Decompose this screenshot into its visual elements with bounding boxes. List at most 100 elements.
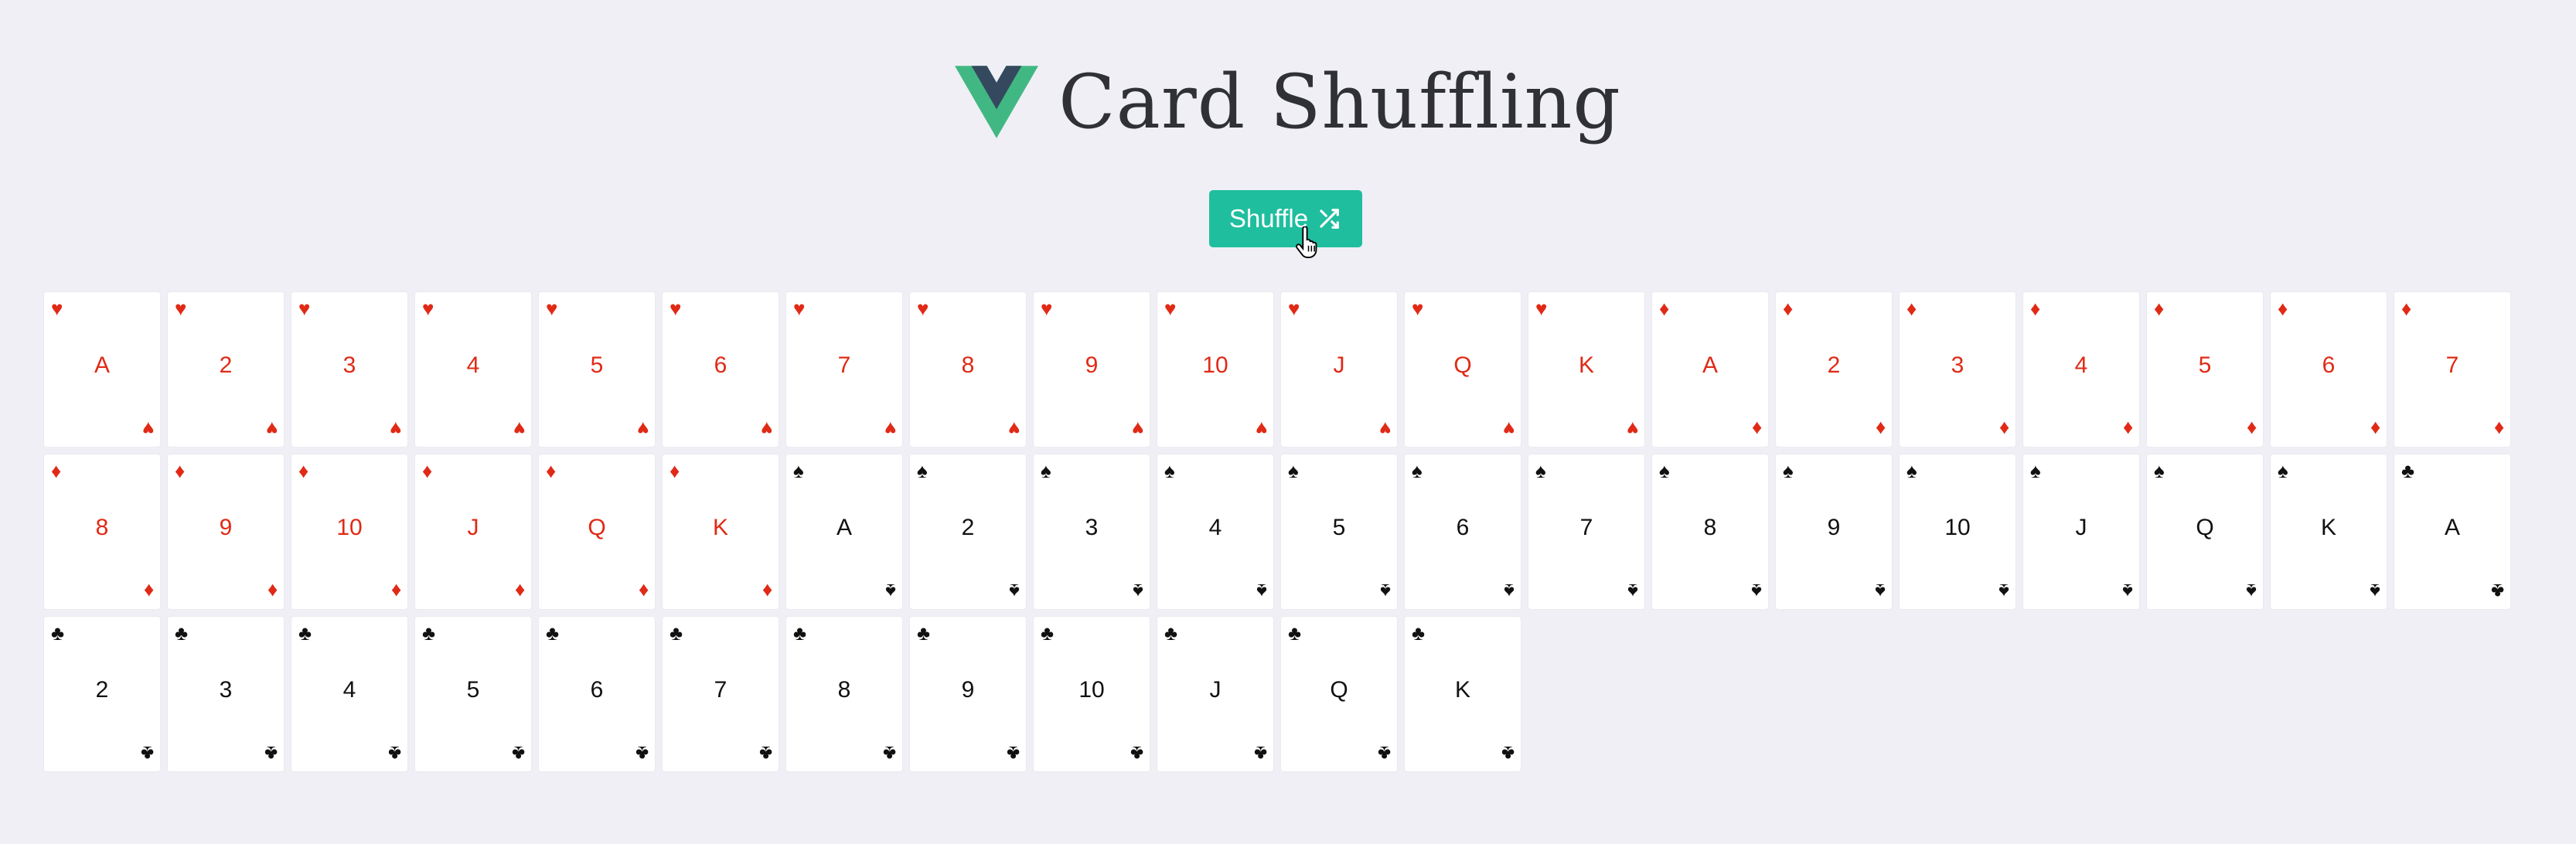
card-a-of-spades: ♠ A ♠ (786, 454, 902, 609)
hearts-suit-icon: ♥ (546, 297, 558, 320)
diamonds-suit-icon: ♦ (2370, 417, 2380, 441)
card-rank: 7 (837, 352, 851, 378)
spades-suit-icon: ♠ (1380, 580, 1391, 603)
card-8-of-diamonds: ♦ 8 ♦ (44, 454, 160, 609)
card-rank: 8 (95, 515, 109, 540)
card-9-of-clubs: ♣ 9 ♣ (910, 617, 1026, 771)
diamonds-suit-icon: ♦ (1998, 417, 2009, 441)
card-rank: J (2075, 515, 2087, 540)
clubs-suit-icon: ♣ (140, 742, 154, 765)
card-10-of-spades: ♠ 10 ♠ (1900, 454, 2015, 609)
card-rank: J (467, 515, 479, 540)
card-2-of-hearts: ♥ 2 ♥ (168, 292, 284, 447)
card-rank: 4 (2074, 352, 2088, 378)
clubs-suit-icon: ♣ (51, 621, 65, 645)
diamonds-suit-icon: ♦ (267, 580, 278, 603)
card-rank: 10 (336, 515, 363, 540)
card-3-of-diamonds: ♦ 3 ♦ (1900, 292, 2015, 447)
card-rank: Q (1330, 677, 1348, 703)
clubs-suit-icon: ♣ (2490, 580, 2504, 603)
clubs-suit-icon: ♣ (1130, 742, 1143, 765)
card-6-of-spades: ♠ 6 ♠ (1405, 454, 1521, 609)
spades-suit-icon: ♠ (1164, 459, 1175, 482)
hearts-suit-icon: ♥ (175, 297, 187, 320)
spades-suit-icon: ♠ (1256, 580, 1267, 603)
diamonds-suit-icon: ♦ (1906, 297, 1917, 320)
hearts-suit-icon: ♥ (1041, 297, 1053, 320)
card-q-of-clubs: ♣ Q ♣ (1281, 617, 1397, 771)
card-rank: K (1454, 677, 1470, 703)
card-4-of-clubs: ♣ 4 ♣ (291, 617, 407, 771)
spades-suit-icon: ♠ (2278, 459, 2288, 482)
card-k-of-clubs: ♣ K ♣ (1405, 617, 1521, 771)
spades-suit-icon: ♠ (1627, 580, 1638, 603)
hearts-suit-icon: ♥ (1412, 297, 1424, 320)
clubs-suit-icon: ♣ (1377, 742, 1391, 765)
clubs-suit-icon: ♣ (546, 621, 560, 645)
spades-suit-icon: ♠ (1504, 580, 1515, 603)
spades-suit-icon: ♠ (917, 459, 928, 482)
app-root: { "header": { "title": "Card Shuffling",… (0, 0, 2576, 844)
spades-suit-icon: ♠ (793, 459, 804, 482)
vue-logo-icon (955, 66, 1039, 138)
card-rank: A (94, 352, 110, 378)
clubs-suit-icon: ♣ (917, 621, 931, 645)
spades-suit-icon: ♠ (2370, 580, 2380, 603)
clubs-suit-icon: ♣ (670, 621, 683, 645)
hearts-suit-icon: ♥ (793, 297, 806, 320)
card-rank: 3 (219, 677, 233, 703)
card-rank: 9 (961, 677, 975, 703)
card-k-of-diamonds: ♦ K ♦ (663, 454, 779, 609)
card-rank: 5 (2198, 352, 2212, 378)
spades-suit-icon: ♠ (2154, 459, 2165, 482)
hearts-suit-icon: ♥ (1535, 297, 1548, 320)
card-rank: Q (1453, 352, 1472, 378)
card-rank: 2 (219, 352, 233, 378)
clubs-suit-icon: ♣ (1253, 742, 1267, 765)
card-rank: 4 (342, 677, 356, 703)
diamonds-suit-icon: ♦ (175, 459, 186, 482)
card-rank: J (1209, 677, 1222, 703)
hearts-suit-icon: ♥ (141, 417, 154, 441)
card-rank: 9 (1827, 515, 1841, 540)
card-k-of-spades: ♠ K ♠ (2271, 454, 2387, 609)
diamonds-suit-icon: ♦ (390, 580, 401, 603)
hearts-suit-icon: ♥ (513, 417, 525, 441)
card-rank: 5 (466, 677, 480, 703)
hearts-suit-icon: ♥ (884, 417, 896, 441)
card-3-of-hearts: ♥ 3 ♥ (291, 292, 407, 447)
hearts-suit-icon: ♥ (1255, 417, 1267, 441)
card-rank: 2 (961, 515, 975, 540)
spades-suit-icon: ♠ (1875, 580, 1886, 603)
card-9-of-diamonds: ♦ 9 ♦ (168, 454, 284, 609)
diamonds-suit-icon: ♦ (2493, 417, 2504, 441)
card-4-of-hearts: ♥ 4 ♥ (415, 292, 531, 447)
hearts-suit-icon: ♥ (917, 297, 929, 320)
card-rank: 7 (1579, 515, 1593, 540)
diamonds-suit-icon: ♦ (2278, 297, 2288, 320)
card-rank: A (836, 515, 852, 540)
card-10-of-hearts: ♥ 10 ♥ (1157, 292, 1273, 447)
card-rank: A (1702, 352, 1718, 378)
spades-suit-icon: ♠ (1751, 580, 1762, 603)
hearts-suit-icon: ♥ (298, 297, 311, 320)
clubs-suit-icon: ♣ (1164, 621, 1178, 645)
hearts-suit-icon: ♥ (389, 417, 401, 441)
clubs-suit-icon: ♣ (882, 742, 896, 765)
card-8-of-hearts: ♥ 8 ♥ (910, 292, 1026, 447)
card-rank: A (2444, 515, 2460, 540)
page-title: Card Shuffling (1058, 59, 1621, 145)
clubs-suit-icon: ♣ (1041, 621, 1055, 645)
spades-suit-icon: ♠ (2030, 459, 2041, 482)
card-9-of-hearts: ♥ 9 ♥ (1034, 292, 1150, 447)
card-5-of-hearts: ♥ 5 ♥ (539, 292, 655, 447)
card-k-of-hearts: ♥ K ♥ (1528, 292, 1644, 447)
card-grid: ♥ A ♥ ♥ 2 ♥ ♥ 3 ♥ ♥ 4 ♥ ♥ 5 ♥ ♥ 6 ♥ ♥ 7 ♥ ♥ 8 ♥ ♥ 9 ♥ ♥ 10 ♥ ♥ J ♥ ♥ Q ♥ ♥ K ♥… (44, 292, 2510, 771)
card-10-of-clubs: ♣ 10 ♣ (1034, 617, 1150, 771)
diamonds-suit-icon: ♦ (638, 580, 649, 603)
diamonds-suit-icon: ♦ (51, 459, 62, 482)
spades-suit-icon: ♠ (2122, 580, 2133, 603)
card-2-of-clubs: ♣ 2 ♣ (44, 617, 160, 771)
card-q-of-spades: ♠ Q ♠ (2147, 454, 2263, 609)
shuffle-button[interactable]: Shuffle (1209, 190, 1362, 247)
